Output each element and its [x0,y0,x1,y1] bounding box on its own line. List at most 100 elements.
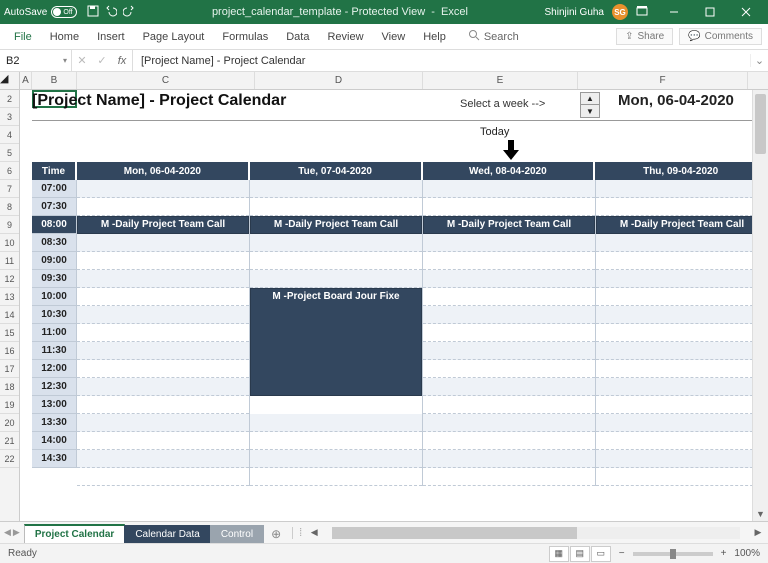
week-spinner[interactable]: ▲ ▼ [580,92,600,118]
tab-home[interactable]: Home [42,27,87,47]
time-slot[interactable]: 13:00 [32,396,77,414]
row-header[interactable]: 5 [0,144,19,162]
ribbon-display-icon[interactable] [636,5,648,20]
event-daily-call[interactable]: M -Daily Project Team Call [596,216,768,234]
zoom-level[interactable]: 100% [734,548,760,559]
scroll-thumb[interactable] [755,94,766,154]
select-all-button[interactable]: ◢ [0,72,20,89]
page-break-view-button[interactable]: ▭ [591,546,611,562]
row-header[interactable]: 2 [0,90,19,108]
sheet-nav-buttons[interactable]: ◀▶ [0,527,24,538]
row-header[interactable]: 14 [0,306,19,324]
row-header[interactable]: 13 [0,288,19,306]
share-button[interactable]: ⇪Share [616,28,673,45]
event-daily-call[interactable]: M -Daily Project Team Call [77,216,249,234]
time-slot[interactable]: 07:00 [32,180,77,198]
time-slot[interactable]: 14:00 [32,432,77,450]
time-slot[interactable]: 09:30 [32,270,77,288]
time-slot[interactable]: 12:00 [32,360,77,378]
maximize-button[interactable] [692,0,728,24]
tab-file[interactable]: File [6,27,40,47]
event-daily-call[interactable]: M -Daily Project Team Call [250,216,422,234]
enter-formula-icon[interactable]: ✓ [92,54,112,67]
add-sheet-button[interactable]: ⊕ [263,525,289,543]
scroll-down-icon[interactable]: ▼ [753,507,768,521]
user-avatar[interactable]: SG [612,4,628,20]
event-board-jour-fixe[interactable]: M -Project Board Jour Fixe [250,288,422,396]
tab-help[interactable]: Help [415,27,454,47]
expand-formula-bar-icon[interactable]: ⌄ [750,54,768,67]
row-header[interactable]: 15 [0,324,19,342]
tell-me-search[interactable]: Search [468,29,519,44]
row-header[interactable]: 21 [0,432,19,450]
zoom-in-button[interactable]: + [721,548,727,559]
spinner-down-icon[interactable]: ▼ [581,105,599,117]
close-button[interactable] [728,0,764,24]
time-slot[interactable]: 11:00 [32,324,77,342]
spinner-up-icon[interactable]: ▲ [581,93,599,105]
row-header[interactable]: 19 [0,396,19,414]
row-header[interactable]: 18 [0,378,19,396]
col-header-B[interactable]: B [32,72,77,89]
page-layout-view-button[interactable]: ▤ [570,546,590,562]
cells-area[interactable]: [Project Name] - Project Calendar Select… [20,90,768,521]
time-slot[interactable]: 11:30 [32,342,77,360]
row-header[interactable]: 22 [0,450,19,468]
scroll-right-icon[interactable]: ▶ [752,527,764,538]
col-header-F[interactable]: F [578,72,748,89]
tab-formulas[interactable]: Formulas [214,27,276,47]
fx-icon[interactable]: fx [112,55,132,67]
horizontal-scrollbar[interactable]: ⁞ ◀ ▶ [292,527,764,539]
sheet-tab-calendar-data[interactable]: Calendar Data [124,525,210,543]
time-slot[interactable]: 13:30 [32,414,77,432]
time-slot-selected[interactable]: 08:00 [32,216,77,234]
zoom-out-button[interactable]: − [619,548,625,559]
tab-page-layout[interactable]: Page Layout [135,27,213,47]
tab-insert[interactable]: Insert [89,27,133,47]
event-daily-call[interactable]: M -Daily Project Team Call [423,216,595,234]
time-slot[interactable]: 09:00 [32,252,77,270]
vertical-scrollbar[interactable]: ▲ ▼ [752,90,768,521]
row-header[interactable]: 16 [0,342,19,360]
normal-view-button[interactable]: ▦ [549,546,569,562]
cancel-formula-icon[interactable]: ✕ [72,54,92,67]
scroll-left-icon[interactable]: ◀ [308,527,320,538]
col-header-C[interactable]: C [77,72,255,89]
autosave-toggle[interactable]: AutoSave Off [4,6,77,18]
time-slot[interactable]: 10:30 [32,306,77,324]
name-box[interactable]: B2 [0,50,72,71]
undo-icon[interactable] [105,5,117,20]
row-header[interactable]: 20 [0,414,19,432]
formula-input[interactable]: [Project Name] - Project Calendar [133,55,750,67]
zoom-slider[interactable] [633,552,713,556]
time-slot[interactable]: 07:30 [32,198,77,216]
comments-button[interactable]: 💬Comments [679,28,762,45]
tab-data[interactable]: Data [278,27,317,47]
hscroll-thumb[interactable] [332,527,577,539]
col-header-D[interactable]: D [255,72,423,89]
col-header-A[interactable]: A [20,72,32,89]
redo-icon[interactable] [123,5,135,20]
sheet-tab-control[interactable]: Control [210,525,264,543]
save-icon[interactable] [87,5,99,20]
time-slot[interactable]: 12:30 [32,378,77,396]
row-header[interactable]: 9 [0,216,19,234]
row-header[interactable]: 4 [0,126,19,144]
row-header[interactable]: 11 [0,252,19,270]
time-slot[interactable]: 14:30 [32,450,77,468]
tab-view[interactable]: View [374,27,414,47]
tab-review[interactable]: Review [319,27,371,47]
row-header[interactable]: 8 [0,198,19,216]
row-header[interactable]: 6 [0,162,19,180]
row-header[interactable]: 3 [0,108,19,126]
row-header[interactable]: 12 [0,270,19,288]
minimize-button[interactable] [656,0,692,24]
col-header-E[interactable]: E [423,72,578,89]
time-slot[interactable]: 08:30 [32,234,77,252]
sheet-tab-project-calendar[interactable]: Project Calendar [24,524,125,543]
autosave-switch[interactable]: Off [51,6,77,18]
time-slot[interactable]: 10:00 [32,288,77,306]
row-header[interactable]: 10 [0,234,19,252]
row-header[interactable]: 17 [0,360,19,378]
row-header[interactable]: 7 [0,180,19,198]
